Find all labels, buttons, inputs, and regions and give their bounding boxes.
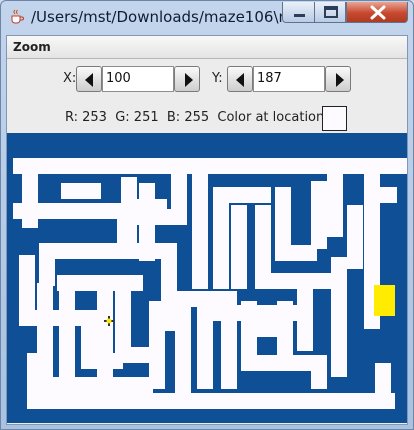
- window-title: /Users/mst/Downloads/maze106\m...: [31, 8, 283, 26]
- color-readout: R: 253 G: 251 B: 255 Color at location:: [65, 110, 329, 125]
- close-icon: [370, 5, 386, 20]
- minimize-button[interactable]: [282, 2, 315, 23]
- color-swatch: [322, 106, 347, 131]
- x-increase-button[interactable]: [174, 66, 200, 92]
- java-cup-icon: [9, 9, 25, 25]
- close-button[interactable]: [346, 2, 408, 23]
- y-coordinate-field[interactable]: 187: [253, 66, 325, 92]
- left-arrow-icon: [85, 73, 93, 87]
- y-decrease-button[interactable]: [227, 66, 253, 92]
- maze-view[interactable]: [7, 133, 407, 423]
- y-increase-button[interactable]: [325, 66, 351, 92]
- right-arrow-icon: [336, 73, 344, 87]
- minimize-icon: [294, 14, 305, 17]
- client-area: Zoom X: 100 Y: 187 R: 253 G: 251 B: 255 …: [6, 35, 408, 425]
- maximize-icon: [324, 6, 338, 18]
- maze-exit-marker: [374, 285, 395, 316]
- x-coordinate-field[interactable]: 100: [102, 66, 174, 92]
- x-label: X:: [63, 71, 77, 86]
- title-bar[interactable]: /Users/mst/Downloads/maze106\m...: [1, 1, 413, 35]
- zoom-window: /Users/mst/Downloads/maze106\m... Zoom X…: [0, 0, 414, 430]
- menu-bar: Zoom: [7, 36, 407, 59]
- menu-zoom[interactable]: Zoom: [13, 40, 51, 54]
- y-label: Y:: [212, 71, 223, 86]
- left-arrow-icon: [236, 73, 244, 87]
- x-decrease-button[interactable]: [76, 66, 102, 92]
- maximize-button[interactable]: [314, 2, 346, 23]
- right-arrow-icon: [185, 73, 193, 87]
